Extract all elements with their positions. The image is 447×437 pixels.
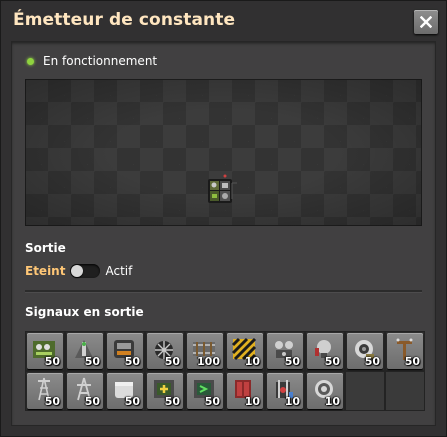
signal-slot-button[interactable]: 10 (307, 373, 343, 409)
entity-preview[interactable] (25, 79, 422, 226)
signal-slot[interactable]: 50 (65, 331, 105, 371)
signal-slot[interactable]: 10 (225, 371, 265, 411)
signal-slot-button[interactable]: 10 (227, 333, 263, 369)
status-dot-icon (27, 57, 34, 65)
signal-count: 50 (164, 355, 180, 368)
content-panel: En fonctionnement Sortie Eteint Actif Si… (11, 41, 436, 426)
signal-slot[interactable]: 50 (25, 331, 65, 371)
signal-slot-button[interactable]: 50 (147, 373, 183, 409)
signal-count: 50 (404, 355, 420, 368)
close-icon (420, 16, 432, 28)
signal-count: 50 (124, 395, 140, 408)
signal-count: 10 (284, 395, 300, 408)
signal-slot[interactable]: 50 (385, 331, 425, 371)
signal-slot[interactable]: 50 (265, 331, 305, 371)
signal-slot-button[interactable]: 50 (27, 333, 63, 369)
signal-slot-button[interactable]: 10 (267, 373, 303, 409)
signal-count: 50 (164, 395, 180, 408)
empty-signal-slot[interactable] (345, 371, 385, 411)
signal-slot[interactable]: 50 (105, 371, 145, 411)
signal-count: 50 (84, 395, 100, 408)
signal-count: 50 (44, 355, 60, 368)
signal-slot[interactable]: 50 (105, 331, 145, 371)
signal-slot-button[interactable]: 50 (387, 333, 423, 369)
close-button[interactable] (414, 10, 438, 34)
output-toggle-row: Eteint Actif (25, 262, 132, 280)
signal-slot[interactable]: 50 (65, 371, 105, 411)
switch-knob[interactable] (71, 265, 84, 277)
signal-slot[interactable]: 50 (145, 371, 185, 411)
signal-slot[interactable]: 50 (185, 371, 225, 411)
toggle-off-label[interactable]: Eteint (25, 264, 65, 278)
divider (25, 290, 422, 293)
signal-count: 50 (204, 395, 220, 408)
signal-slot-button[interactable]: 50 (147, 333, 183, 369)
window-title: Émetteur de constante (13, 10, 236, 30)
signal-count: 100 (197, 355, 220, 368)
signal-slot-button[interactable]: 50 (267, 333, 303, 369)
signal-count: 50 (84, 355, 100, 368)
signal-slot-button[interactable]: 50 (187, 373, 223, 409)
output-switch[interactable] (70, 264, 101, 278)
signal-slot-button[interactable]: 10 (227, 373, 263, 409)
signal-count: 50 (364, 355, 380, 368)
signal-count: 10 (244, 395, 260, 408)
empty-signal-slot[interactable] (385, 371, 425, 411)
signal-slot[interactable]: 10 (305, 371, 345, 411)
signal-slot[interactable]: 50 (25, 371, 65, 411)
output-heading: Sortie (25, 241, 66, 255)
signal-slot[interactable]: 50 (145, 331, 185, 371)
status-indicator: En fonctionnement (27, 53, 157, 69)
signals-heading: Signaux en sortie (25, 305, 144, 319)
signal-count: 50 (284, 355, 300, 368)
signal-count: 50 (44, 395, 60, 408)
signal-slot-button[interactable]: 50 (107, 333, 143, 369)
signal-slot[interactable]: 50 (345, 331, 385, 371)
signal-slot-button[interactable]: 50 (27, 373, 63, 409)
signal-count: 10 (324, 395, 340, 408)
signal-count: 50 (124, 355, 140, 368)
signal-slot-button[interactable]: 50 (107, 373, 143, 409)
signal-grid: 50 50 50 50 100 10 50 50 50 50 50 50 50 50 50 10 10 10 (25, 331, 425, 411)
signal-count: 10 (244, 355, 260, 368)
status-text: En fonctionnement (43, 54, 158, 68)
constant-combinator-window: Émetteur de constante En fonctionnement (0, 0, 447, 437)
signal-slot-button[interactable]: 50 (67, 373, 103, 409)
toggle-on-label[interactable]: Actif (105, 264, 132, 278)
signal-slot[interactable]: 10 (225, 331, 265, 371)
signal-slot[interactable]: 10 (265, 371, 305, 411)
signal-slot-button[interactable]: 50 (347, 333, 383, 369)
signal-slot[interactable]: 100 (185, 331, 225, 371)
signal-count: 50 (324, 355, 340, 368)
signal-slot-button[interactable]: 100 (187, 333, 223, 369)
signal-slot-button[interactable]: 50 (67, 333, 103, 369)
signal-slot-button[interactable]: 50 (307, 333, 343, 369)
title-bar[interactable]: Émetteur de constante (1, 1, 447, 41)
constant-combinator-icon (208, 174, 237, 203)
signal-slot[interactable]: 50 (305, 331, 345, 371)
